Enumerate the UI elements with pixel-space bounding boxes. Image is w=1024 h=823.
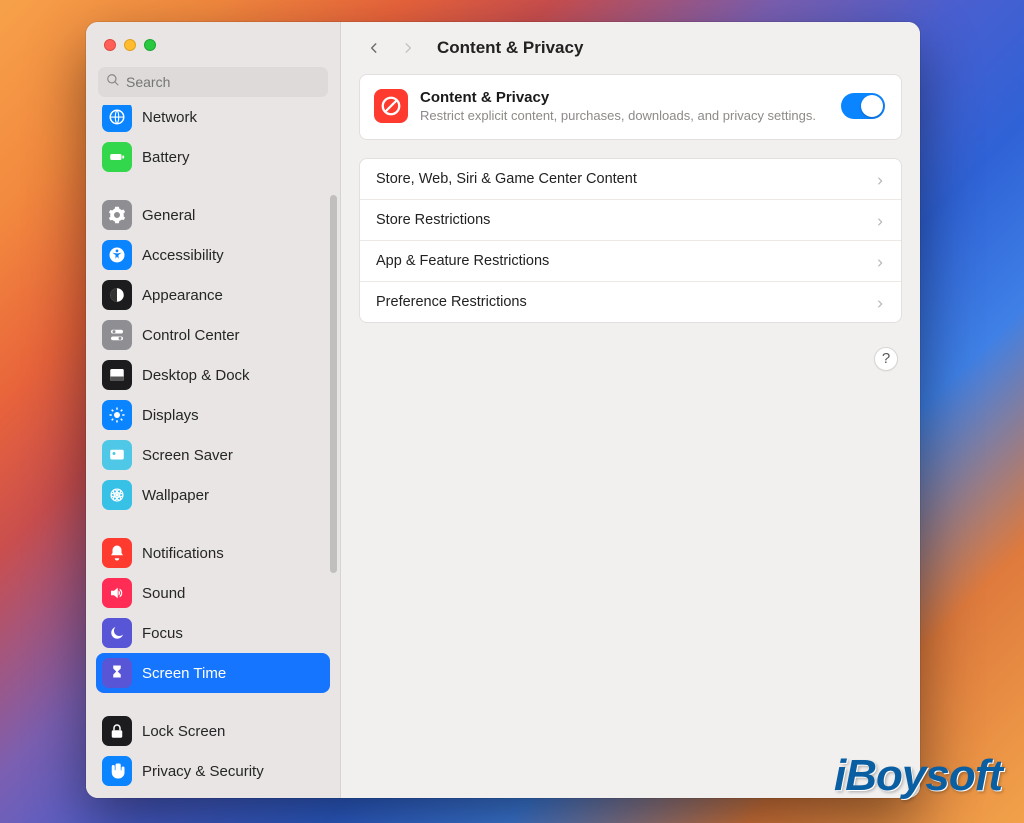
sidebar-item-label: Control Center	[142, 327, 240, 344]
sidebar-item-label: Desktop & Dock	[142, 367, 250, 384]
moon-icon	[102, 618, 132, 648]
sidebar-item-network[interactable]: Network	[96, 105, 330, 137]
sidebar-item-control-center[interactable]: Control Center	[96, 315, 330, 355]
page-title: Content & Privacy	[437, 38, 583, 58]
sidebar-item-label: Wallpaper	[142, 487, 209, 504]
sidebar-item-displays[interactable]: Displays	[96, 395, 330, 435]
search-field[interactable]	[98, 67, 328, 97]
forward-button	[397, 37, 419, 59]
globe-icon	[102, 105, 132, 132]
hand-icon	[102, 756, 132, 786]
wallpaper-icon	[102, 480, 132, 510]
row-label: App & Feature Restrictions	[376, 253, 549, 269]
sidebar-item-screen-time[interactable]: Screen Time	[96, 653, 330, 693]
sidebar-item-label: Battery	[142, 149, 190, 166]
sidebar-item-privacy-security[interactable]: Privacy & Security	[96, 751, 330, 791]
sidebar-item-label: Notifications	[142, 545, 224, 562]
sidebar-item-appearance[interactable]: Appearance	[96, 275, 330, 315]
gear-icon	[102, 200, 132, 230]
header-title: Content & Privacy	[420, 89, 829, 106]
content-topbar: Content & Privacy	[341, 22, 920, 74]
sidebar-item-battery[interactable]: Battery	[96, 137, 330, 177]
sidebar-item-label: Lock Screen	[142, 723, 225, 740]
sidebar-item-label: Privacy & Security	[142, 763, 264, 780]
sidebar-item-notifications[interactable]: Notifications	[96, 533, 330, 573]
sidebar-item-wallpaper[interactable]: Wallpaper	[96, 475, 330, 515]
sidebar-item-label: Screen Saver	[142, 447, 233, 464]
lock-icon	[102, 716, 132, 746]
sidebar-item-label: General	[142, 207, 195, 224]
no-sign-icon	[374, 89, 408, 123]
window-titlebar	[86, 22, 340, 67]
sidebar-item-label: Focus	[142, 625, 183, 642]
speaker-icon	[102, 578, 132, 608]
settings-list: Store, Web, Siri & Game Center Content St…	[359, 158, 902, 323]
appearance-icon	[102, 280, 132, 310]
sidebar-item-label: Appearance	[142, 287, 223, 304]
row-label: Store Restrictions	[376, 212, 490, 228]
sidebar-item-focus[interactable]: Focus	[96, 613, 330, 653]
system-settings-window: Network Battery General Accessibility Appear…	[86, 22, 920, 798]
sidebar-item-general[interactable]: General	[96, 195, 330, 235]
chevron-right-icon	[875, 256, 885, 266]
hourglass-icon	[102, 658, 132, 688]
sidebar-item-sound[interactable]: Sound	[96, 573, 330, 613]
minimize-window-button[interactable]	[124, 39, 136, 51]
sidebar-item-label: Sound	[142, 585, 185, 602]
chevron-right-icon	[875, 174, 885, 184]
sidebar-item-label: Displays	[142, 407, 199, 424]
brightness-icon	[102, 400, 132, 430]
content-privacy-toggle[interactable]	[841, 93, 885, 119]
chevron-right-icon	[875, 297, 885, 307]
settings-row-preference-restrictions[interactable]: Preference Restrictions	[360, 281, 901, 322]
back-button[interactable]	[363, 37, 385, 59]
content-privacy-header-card: Content & Privacy Restrict explicit cont…	[359, 74, 902, 140]
sidebar-item-label: Accessibility	[142, 247, 224, 264]
row-label: Preference Restrictions	[376, 294, 527, 310]
bell-icon	[102, 538, 132, 568]
accessibility-icon	[102, 240, 132, 270]
watermark: iBoysoft	[834, 750, 1002, 801]
search-icon	[106, 73, 120, 92]
chevron-right-icon	[875, 215, 885, 225]
settings-row-store-restrictions[interactable]: Store Restrictions	[360, 199, 901, 240]
sidebar: Network Battery General Accessibility Appear…	[86, 22, 341, 798]
search-input[interactable]	[126, 74, 320, 90]
close-window-button[interactable]	[104, 39, 116, 51]
sidebar-item-label: Network	[142, 109, 197, 126]
settings-row-app-feature-restrictions[interactable]: App & Feature Restrictions	[360, 240, 901, 281]
row-label: Store, Web, Siri & Game Center Content	[376, 171, 637, 187]
help-button[interactable]: ?	[874, 347, 898, 371]
sidebar-item-lock-screen[interactable]: Lock Screen	[96, 711, 330, 751]
sidebar-item-desktop-dock[interactable]: Desktop & Dock	[96, 355, 330, 395]
battery-icon	[102, 142, 132, 172]
dock-icon	[102, 360, 132, 390]
controls-icon	[102, 320, 132, 350]
zoom-window-button[interactable]	[144, 39, 156, 51]
sidebar-scrollbar[interactable]	[330, 195, 337, 573]
sidebar-item-label: Screen Time	[142, 665, 226, 682]
sidebar-item-accessibility[interactable]: Accessibility	[96, 235, 330, 275]
content-pane: Content & Privacy Content & Privacy Rest…	[341, 22, 920, 798]
header-subtitle: Restrict explicit content, purchases, do…	[420, 107, 829, 125]
sidebar-item-screen-saver[interactable]: Screen Saver	[96, 435, 330, 475]
settings-row-store-web-siri-game-center-content[interactable]: Store, Web, Siri & Game Center Content	[360, 159, 901, 199]
screensaver-icon	[102, 440, 132, 470]
